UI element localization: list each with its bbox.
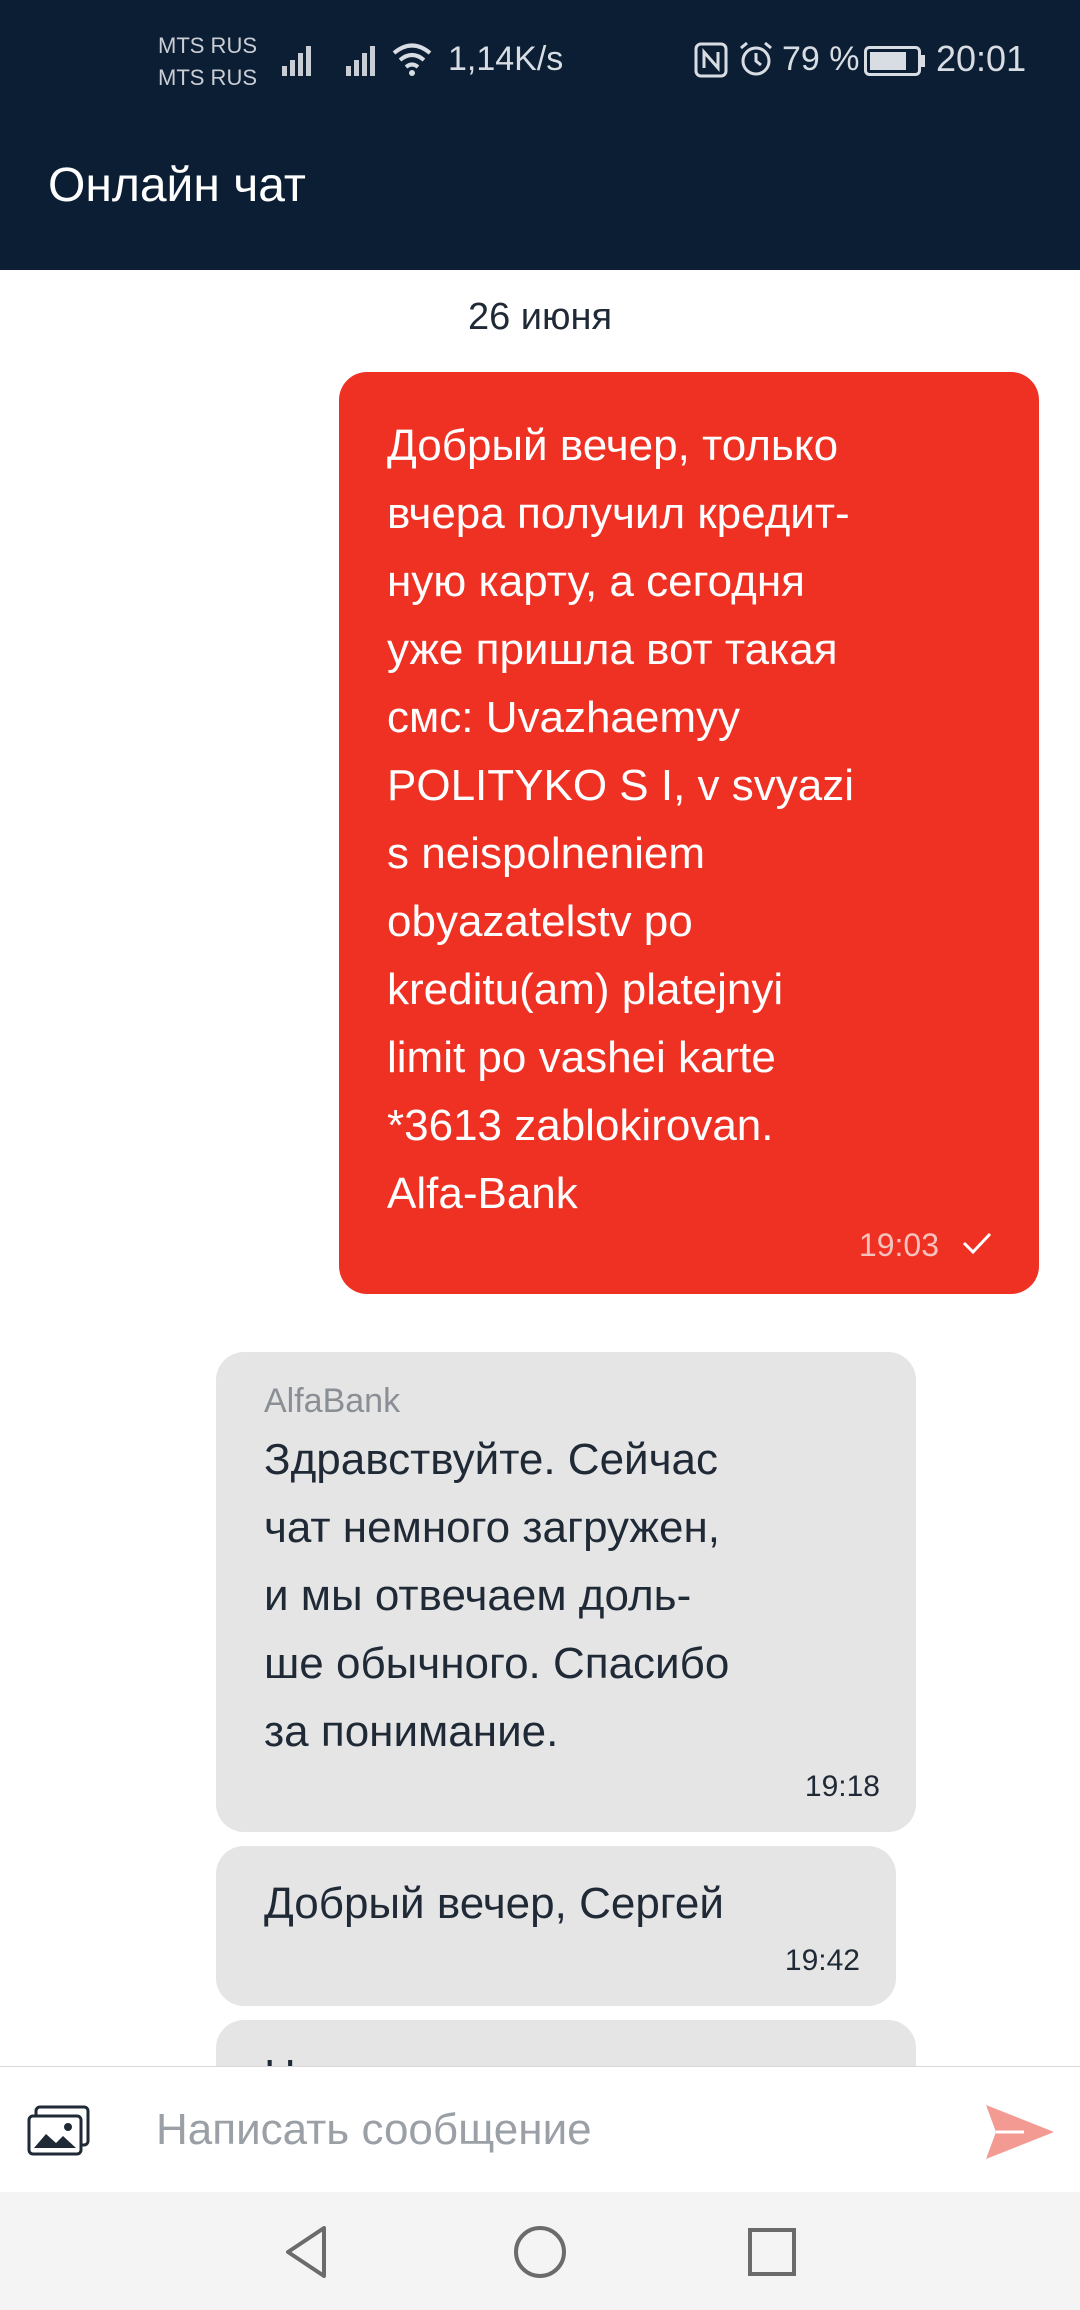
nfc-icon xyxy=(694,42,728,83)
back-icon[interactable] xyxy=(278,2222,338,2282)
message-sender: AlfaBank xyxy=(264,1382,401,1420)
recent-apps-icon[interactable] xyxy=(742,2222,802,2282)
send-icon[interactable] xyxy=(984,2101,1056,2163)
incoming-message[interactable]: Н xyxy=(216,2020,916,2066)
carrier-1: MTS RUS xyxy=(158,33,257,58)
image-attach-icon[interactable] xyxy=(26,2103,92,2159)
incoming-message[interactable]: Добрый вечер, Сергей 19:42 xyxy=(216,1846,896,2006)
network-speed: 1,14K/s xyxy=(448,40,564,78)
check-icon xyxy=(961,1227,993,1264)
signal-icon xyxy=(346,38,380,78)
wifi-icon xyxy=(392,42,432,81)
page-title: Онлайн чат xyxy=(48,159,306,212)
message-text: Добрый вечер, только вчера получил креди… xyxy=(387,421,855,1218)
message-input-bar xyxy=(0,2066,1080,2192)
message-time: 19:42 xyxy=(784,1944,860,1977)
date-separator: 26 июня xyxy=(467,296,613,338)
message-input[interactable] xyxy=(156,2097,956,2163)
alarm-icon xyxy=(738,40,774,83)
signal-icon xyxy=(282,38,316,78)
outgoing-message[interactable]: Добрый вечер, только вчера получил креди… xyxy=(339,372,1039,1294)
status-time: 20:01 xyxy=(936,38,1027,79)
status-bar: MTS RUS MTS RUS 1,14K/s 79 % 20:01 xyxy=(0,0,1080,102)
incoming-message[interactable]: AlfaBank Здравствуйте. Сейчас чат немног… xyxy=(216,1352,916,1832)
message-time: 19:03 xyxy=(858,1227,939,1263)
chat-area[interactable]: 26 июня Добрый вечер, только вчера получ… xyxy=(0,270,1080,2066)
carrier-2: MTS RUS xyxy=(158,65,257,90)
message-meta: 19:03 xyxy=(859,1227,993,1264)
system-nav-bar xyxy=(0,2192,1080,2310)
carrier-names: MTS RUS MTS RUS xyxy=(158,30,257,94)
message-text: Добрый вечер, Сергей xyxy=(264,1879,724,1928)
app-bar: Онлайн чат xyxy=(0,102,1080,270)
battery-icon xyxy=(864,46,926,81)
message-text: Здравствуйте. Сейчас чат немного загруже… xyxy=(264,1435,730,1756)
home-icon[interactable] xyxy=(510,2222,570,2282)
message-time: 19:18 xyxy=(804,1770,880,1803)
battery-percent: 79 % xyxy=(782,40,860,78)
message-text: Н xyxy=(264,2042,864,2066)
